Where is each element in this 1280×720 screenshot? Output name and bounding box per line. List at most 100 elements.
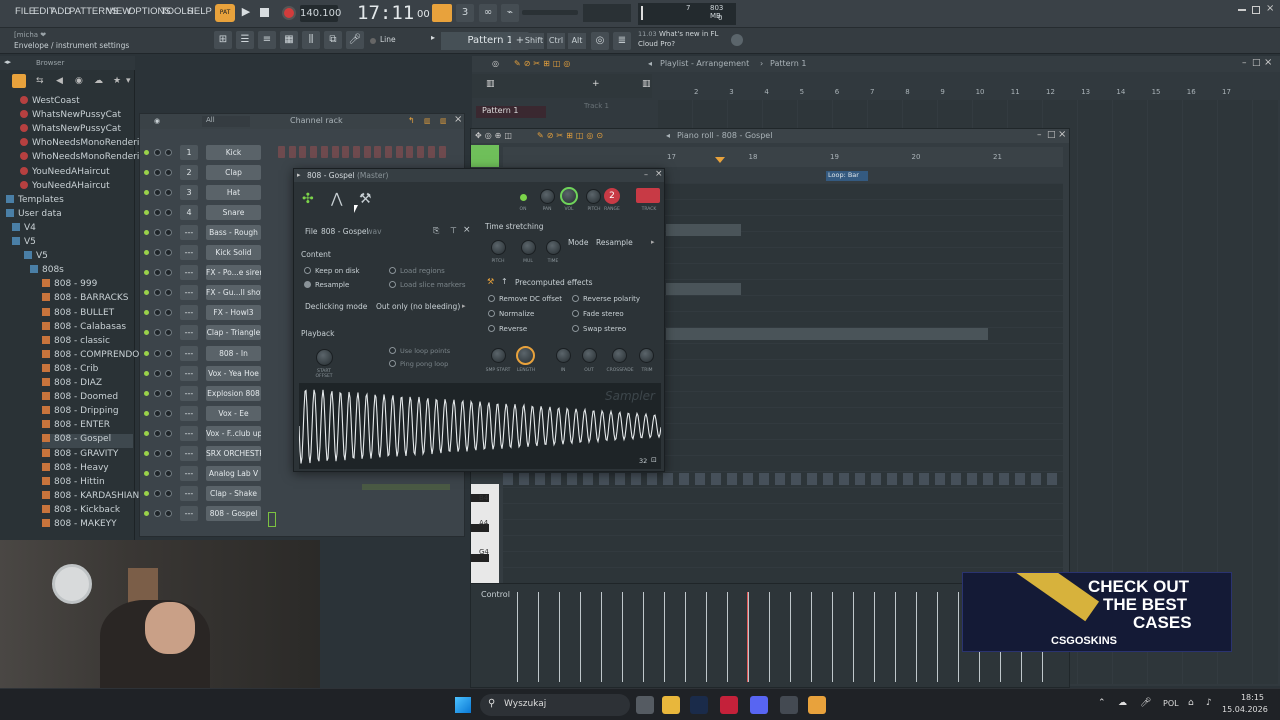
channel-pan-knob[interactable]: [154, 389, 161, 397]
channel-led[interactable]: [144, 270, 149, 276]
rack-options-icon[interactable]: ◉: [154, 117, 160, 125]
mode-selector[interactable]: Resample: [596, 238, 633, 247]
step-button[interactable]: [310, 146, 318, 158]
channel-name-button[interactable]: Vox - Ee: [206, 405, 261, 421]
channel-led[interactable]: [144, 290, 149, 296]
volume-knob[interactable]: [560, 187, 578, 205]
step-button[interactable]: [288, 146, 296, 158]
normalize-option[interactable]: Normalize: [488, 310, 534, 318]
task-view-icon[interactable]: [636, 696, 654, 714]
channel-pan-knob[interactable]: [154, 309, 161, 317]
channel-name-button[interactable]: Snare: [206, 205, 261, 221]
channel-vol-knob[interactable]: [165, 329, 172, 337]
channel-led[interactable]: [144, 330, 149, 336]
step-button[interactable]: [374, 146, 382, 158]
length-knob[interactable]: [516, 346, 535, 365]
channel-led[interactable]: [144, 510, 149, 516]
clear-file-icon[interactable]: ×: [463, 225, 471, 235]
step-button[interactable]: [438, 146, 446, 158]
channel-led[interactable]: [144, 450, 149, 456]
browser-plugin-icon[interactable]: ◀: [56, 76, 63, 86]
channel-vol-knob[interactable]: [165, 349, 172, 357]
cloud-tray-icon[interactable]: ☁: [1118, 698, 1127, 708]
channel-led[interactable]: [144, 350, 149, 356]
ts-time-knob[interactable]: [546, 240, 561, 255]
sampler-minimize-icon[interactable]: –: [644, 170, 648, 179]
browser-item[interactable]: 808 - DIAZ: [42, 378, 102, 392]
settings-icon[interactable]: [780, 696, 798, 714]
fl-cloud-icon[interactable]: [731, 34, 743, 46]
rack-steps-icon[interactable]: ▥: [424, 117, 436, 125]
playlist-close-icon[interactable]: ×: [1264, 57, 1272, 68]
channel-pan-knob[interactable]: [154, 349, 161, 357]
steam-icon[interactable]: [690, 696, 708, 714]
discord-icon[interactable]: [750, 696, 768, 714]
channel-led[interactable]: [144, 170, 149, 176]
channel-led[interactable]: [144, 390, 149, 396]
channel-pan-knob[interactable]: [154, 489, 161, 497]
browser-item[interactable]: WhoNeedsMonoRendering: [20, 138, 151, 152]
loop-marker[interactable]: Loop: Bar: [826, 171, 868, 181]
channel-mixer-track[interactable]: ---: [180, 425, 198, 441]
browser-folder[interactable]: User data: [6, 208, 62, 223]
channel-name-button[interactable]: Vox - F..club up: [206, 425, 261, 441]
channel-mixer-track[interactable]: ---: [180, 365, 198, 381]
channel-led[interactable]: [144, 490, 149, 496]
trim-knob[interactable]: [639, 348, 654, 363]
language-indicator[interactable]: POL: [1163, 699, 1179, 708]
rack-graph-icon[interactable]: ↰: [408, 116, 418, 126]
browser-item[interactable]: 808 - Crib: [42, 363, 98, 378]
minimize-icon[interactable]: [1238, 9, 1246, 11]
channel-name-button[interactable]: Clap: [206, 165, 261, 181]
channel-name-button[interactable]: Clap - Shake: [206, 485, 261, 501]
play-button[interactable]: ▶: [238, 5, 254, 21]
ts-mul-knob[interactable]: [521, 240, 536, 255]
picker-add-icon[interactable]: +: [592, 79, 600, 89]
channel-mixer-track[interactable]: ---: [180, 305, 198, 321]
browser-item[interactable]: 808 - BULLET: [42, 307, 114, 322]
shift-key[interactable]: Shift: [524, 33, 544, 49]
channel-mixer-track[interactable]: ---: [180, 405, 198, 421]
browser-star-icon[interactable]: ★: [113, 76, 121, 86]
channel-mixer-track[interactable]: ---: [180, 265, 198, 281]
step-button[interactable]: [385, 146, 392, 158]
channel-led[interactable]: [144, 190, 149, 196]
menu-help[interactable]: HELP: [187, 6, 212, 20]
swap-stereo-option[interactable]: Swap stereo: [572, 325, 626, 333]
channel-pan-knob[interactable]: [154, 329, 161, 337]
channel-name-button[interactable]: Clap - Triangle: [206, 325, 261, 341]
channel-mixer-track[interactable]: 3: [180, 185, 198, 201]
channel-name-button[interactable]: Explosion 808: [206, 385, 261, 401]
fade-stereo-option[interactable]: Fade stereo: [572, 310, 624, 318]
volume-icon[interactable]: ♪: [1206, 698, 1212, 708]
pianoroll-ghost-toggle[interactable]: [471, 145, 499, 167]
taskbar-search[interactable]: ⚲ Wyszukaj: [480, 694, 630, 716]
pianoroll-arrow-icon[interactable]: ◂: [666, 131, 670, 140]
step-button[interactable]: [342, 146, 350, 158]
ts-pitch-knob[interactable]: [491, 240, 506, 255]
channel-name-button[interactable]: SRX ORCHESTRA: [206, 445, 261, 461]
step-button[interactable]: [395, 146, 403, 158]
track-selector[interactable]: [636, 188, 660, 203]
channel-vol-knob[interactable]: [165, 509, 172, 517]
tray-chevron-icon[interactable]: ⌃: [1098, 698, 1106, 708]
channel-mixer-track[interactable]: 2: [180, 165, 198, 181]
browser-item[interactable]: 808 - BARRACKS: [42, 293, 129, 307]
pattern-block[interactable]: Pattern 1: [476, 106, 546, 118]
browser-cloud-icon[interactable]: ☁: [94, 76, 103, 86]
picker-steps-icon[interactable]: ▥: [642, 79, 651, 89]
pattern-prev-icon[interactable]: ▸: [431, 33, 441, 47]
picker-piano-icon[interactable]: ▥: [486, 79, 495, 89]
browser-folder[interactable]: 808s: [30, 265, 64, 279]
channel-on-led[interactable]: [520, 194, 527, 201]
news-subtitle[interactable]: Cloud Pro?: [638, 40, 675, 48]
start-offset-knob[interactable]: [316, 349, 333, 366]
network-icon[interactable]: ⌂: [1188, 698, 1194, 708]
channel-name-button[interactable]: Bass - Rough: [206, 225, 261, 241]
step-button[interactable]: [320, 146, 328, 158]
step-button[interactable]: [417, 146, 425, 158]
master-pitch-slider[interactable]: [583, 4, 631, 22]
channel-led[interactable]: [144, 430, 149, 436]
news-icon[interactable]: ≣: [613, 32, 631, 50]
channel-vol-knob[interactable]: [165, 449, 172, 457]
